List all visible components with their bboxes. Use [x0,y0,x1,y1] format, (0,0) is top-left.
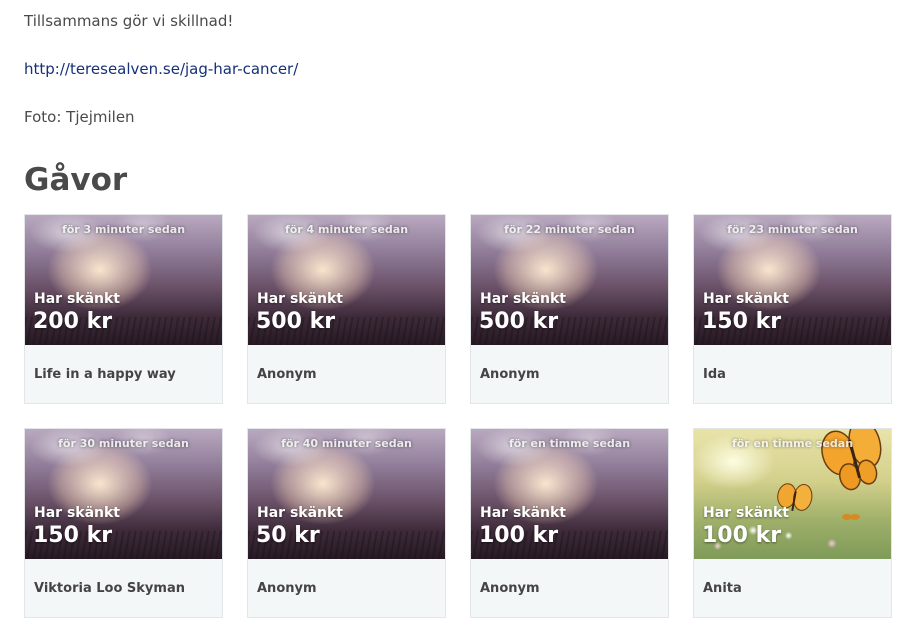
gift-donor-name: Anonym [480,367,540,382]
gift-image: för 22 minuter sedan Har skänkt 500 kr [471,215,668,345]
gift-card[interactable]: för 30 minuter sedan Har skänkt 150 kr V… [24,428,223,618]
gift-amount: 50 kr [256,523,320,548]
gift-card[interactable]: för 23 minuter sedan Har skänkt 150 kr I… [693,214,892,404]
gift-card[interactable]: för 3 minuter sedan Har skänkt 200 kr Li… [24,214,223,404]
photo-credit: Foto: Tjejmilen [24,108,135,126]
gift-donor-name: Anonym [257,581,317,596]
gift-time: för 23 minuter sedan [727,223,858,236]
gift-donor-name: Anita [703,581,742,596]
gift-time: för en timme sedan [731,437,854,450]
gift-image: för 40 minuter sedan Har skänkt 50 kr [248,429,445,559]
gift-label: Har skänkt [34,505,121,521]
gift-time: för 40 minuter sedan [281,437,412,450]
gift-time: för 30 minuter sedan [58,437,189,450]
gifts-grid: för 3 minuter sedan Har skänkt 200 kr Li… [24,214,893,618]
gift-image: för 23 minuter sedan Har skänkt 150 kr [694,215,891,345]
gift-time: för 4 minuter sedan [284,223,409,236]
gift-amount: 150 kr [702,309,782,334]
gift-card[interactable]: för 22 minuter sedan Har skänkt 500 kr A… [470,214,669,404]
gift-time: för 22 minuter sedan [504,223,635,236]
gift-image: för 3 minuter sedan Har skänkt 200 kr [25,215,222,345]
gift-amount: 100 kr [702,523,782,548]
gift-time: för en timme sedan [508,437,631,450]
gift-amount: 100 kr [479,523,559,548]
gift-donor-name: Life in a happy way [34,367,176,382]
gift-amount: 200 kr [33,309,113,334]
gift-image: för en timme sedan Har skänkt 100 kr [694,429,891,559]
gift-image: för 4 minuter sedan Har skänkt 500 kr [248,215,445,345]
gift-label: Har skänkt [257,505,344,521]
gift-image: för en timme sedan Har skänkt 100 kr [471,429,668,559]
campaign-link[interactable]: http://teresealven.se/jag-har-cancer/ [24,60,298,78]
gift-donor-name: Anonym [480,581,540,596]
gift-time: för 3 minuter sedan [61,223,186,236]
gift-amount: 500 kr [256,309,336,334]
gift-donor-name: Anonym [257,367,317,382]
gift-donor-name: Viktoria Loo Skyman [34,581,185,596]
gifts-heading: Gåvor [24,162,128,198]
gift-image: för 30 minuter sedan Har skänkt 150 kr [25,429,222,559]
gift-card[interactable]: för 40 minuter sedan Har skänkt 50 kr An… [247,428,446,618]
intro-tagline: Tillsammans gör vi skillnad! [24,12,234,30]
gift-label: Har skänkt [34,291,121,307]
gift-label: Har skänkt [480,505,567,521]
gift-amount: 150 kr [33,523,113,548]
gift-label: Har skänkt [703,291,790,307]
gift-amount: 500 kr [479,309,559,334]
gift-label: Har skänkt [703,505,790,521]
gift-donor-name: Ida [703,367,726,382]
gift-label: Har skänkt [257,291,344,307]
gift-card[interactable]: för en timme sedan Har skänkt 100 kr Ani… [693,428,892,618]
gift-label: Har skänkt [480,291,567,307]
gift-card[interactable]: för 4 minuter sedan Har skänkt 500 kr An… [247,214,446,404]
gift-card[interactable]: för en timme sedan Har skänkt 100 kr Ano… [470,428,669,618]
